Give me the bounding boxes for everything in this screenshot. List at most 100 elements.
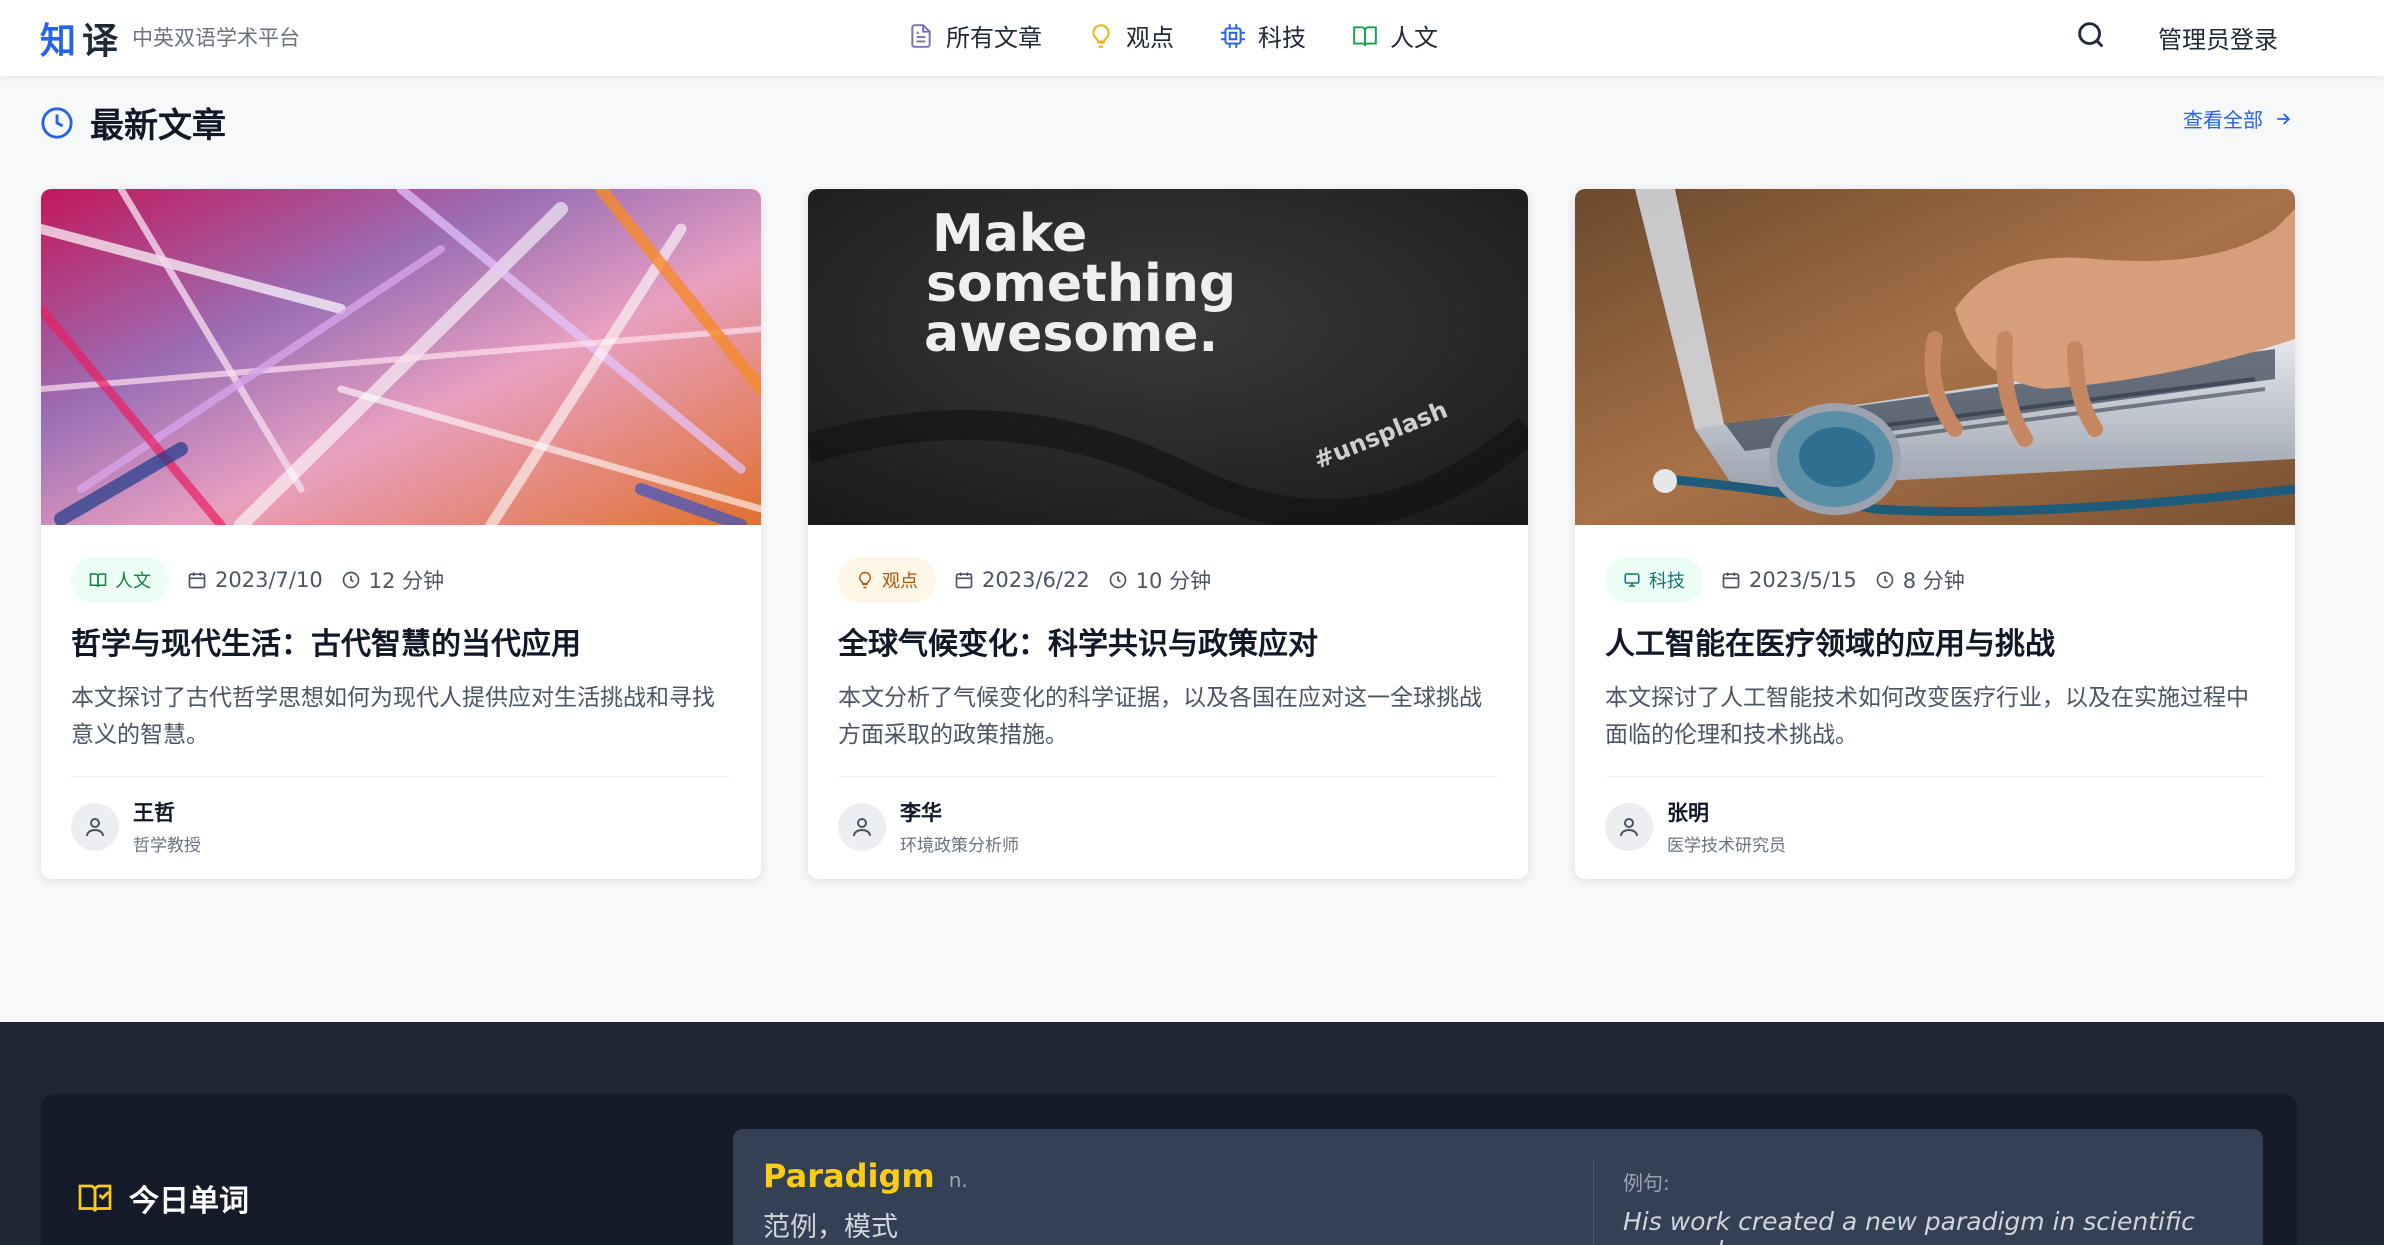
word-of-day-panel: 今日单词 Paradigm n. 范例，模式 例句: His work crea… xyxy=(41,1094,2297,1245)
article-summary: 本文分析了气候变化的科学证据，以及各国在应对这一全球挑战方面采取的政策措施。 xyxy=(838,685,1482,748)
date-text: 2023/7/10 xyxy=(215,568,323,592)
avatar xyxy=(1605,802,1653,851)
article-title[interactable]: 人工智能在医疗领域的应用与挑战 xyxy=(1605,625,2265,664)
nav-label: 科技 xyxy=(1258,24,1306,52)
make-something-awesome-shirt-image[interactable]: Make something awesome. #unsplash xyxy=(808,189,1528,525)
clock-icon xyxy=(1876,571,1894,589)
search-icon xyxy=(2078,22,2104,48)
word-term-row: Paradigm n. xyxy=(763,1157,968,1195)
lightbulb-icon xyxy=(1092,23,1110,48)
category-tag[interactable]: 科技 xyxy=(1605,557,1703,603)
view-all-label: 查看全部 xyxy=(2183,108,2263,132)
word-term: Paradigm xyxy=(763,1157,935,1195)
author-role: 环境政策分析师 xyxy=(900,836,1019,856)
book-check-icon xyxy=(78,1184,112,1212)
read-time: 8 分钟 xyxy=(1875,565,1965,595)
word-card: Paradigm n. 范例，模式 例句: His work created a… xyxy=(733,1129,2263,1245)
search-button[interactable] xyxy=(2074,18,2108,52)
cpu-icon xyxy=(1221,23,1245,48)
card-body: 科技 2023/5/15 8 分钟 人工智能在医疗领域的应用与挑战 本文探讨了人… xyxy=(1605,557,2265,856)
view-all-link[interactable]: 查看全部 xyxy=(2183,104,2293,133)
calendar-icon xyxy=(955,572,973,589)
read-time: 10 分钟 xyxy=(1108,565,1211,595)
card-body: 人文 2023/7/10 12 分钟 哲学与现代生活：古代智慧的当代应用 本文探… xyxy=(71,557,731,856)
article-title[interactable]: 哲学与现代生活：古代智慧的当代应用 xyxy=(71,625,731,664)
publish-date: 2023/6/22 xyxy=(954,568,1090,592)
laptop-stethoscope-image[interactable] xyxy=(1575,189,2295,525)
avatar xyxy=(71,802,119,851)
article-card-list: 人文 2023/7/10 12 分钟 哲学与现代生活：古代智慧的当代应用 本文探… xyxy=(41,189,2295,879)
article-card[interactable]: 科技 2023/5/15 8 分钟 人工智能在医疗领域的应用与挑战 本文探讨了人… xyxy=(1575,189,2295,879)
site-logo[interactable]: 知译 xyxy=(40,12,124,64)
read-time-text: 10 分钟 xyxy=(1135,569,1212,593)
avatar xyxy=(838,802,886,851)
word-divider xyxy=(1593,1159,1594,1245)
author-role: 哲学教授 xyxy=(133,836,201,856)
publish-date: 2023/7/10 xyxy=(187,568,323,592)
author-name: 张明 xyxy=(1667,801,1709,825)
article-summary: 本文探讨了古代哲学思想如何为现代人提供应对生活挑战和寻找意义的智慧。 xyxy=(71,685,715,748)
date-text: 2023/6/22 xyxy=(982,568,1090,592)
author-info: 张明 医学技术研究员 xyxy=(1605,797,2265,856)
card-meta: 观点 2023/6/22 10 分钟 xyxy=(838,557,1498,603)
author-name: 王哲 xyxy=(133,801,175,825)
main-nav: 所有文章 观点 科技 人文 xyxy=(908,18,1438,53)
book-icon xyxy=(89,573,107,587)
read-time-text: 12 分钟 xyxy=(368,569,445,593)
nav-all-articles[interactable]: 所有文章 xyxy=(908,18,1042,53)
card-divider xyxy=(71,776,731,777)
publish-date: 2023/5/15 xyxy=(1721,568,1857,592)
section-title-text: 最新文章 xyxy=(90,106,226,146)
nav-label: 人文 xyxy=(1390,24,1438,52)
date-text: 2023/5/15 xyxy=(1749,568,1857,592)
calendar-icon xyxy=(1722,572,1740,589)
read-time: 12 分钟 xyxy=(341,565,444,595)
document-icon xyxy=(911,23,931,48)
word-meaning: 范例，模式 xyxy=(763,1212,898,1243)
abstract-paint-image[interactable] xyxy=(41,189,761,525)
category-tag[interactable]: 观点 xyxy=(838,557,936,603)
clock-icon xyxy=(342,571,360,589)
author-info: 王哲 哲学教授 xyxy=(71,797,731,856)
site-subtitle: 中英双语学术平台 xyxy=(132,26,300,50)
user-icon xyxy=(853,817,871,836)
latest-articles-heading: 最新文章 xyxy=(40,98,226,147)
calendar-icon xyxy=(188,572,206,589)
book-icon xyxy=(1353,25,1377,46)
nav-opinion[interactable]: 观点 xyxy=(1088,18,1174,53)
article-card[interactable]: 人文 2023/7/10 12 分钟 哲学与现代生活：古代智慧的当代应用 本文探… xyxy=(41,189,761,879)
card-meta: 人文 2023/7/10 12 分钟 xyxy=(71,557,731,603)
card-body: 观点 2023/6/22 10 分钟 全球气候变化：科学共识与政策应对 本文分析… xyxy=(838,557,1498,856)
lightbulb-icon xyxy=(859,571,871,589)
author-role: 医学技术研究员 xyxy=(1667,836,1786,856)
user-icon xyxy=(86,817,104,836)
top-navbar: 知译 中英双语学术平台 所有文章 观点 科技 人文 管理员登录 xyxy=(0,0,2384,76)
admin-login-link[interactable]: 管理员登录 xyxy=(2158,20,2278,55)
category-label: 观点 xyxy=(882,571,918,592)
article-card[interactable]: Make something awesome. #unsplash 观点 202… xyxy=(808,189,1528,879)
example-label: 例句: xyxy=(1623,1171,1670,1195)
nav-humanities[interactable]: 人文 xyxy=(1352,18,1438,53)
word-part-of-speech: n. xyxy=(948,1168,968,1192)
user-icon xyxy=(1620,817,1638,836)
example-sentence: His work created a new paradigm in scien… xyxy=(1623,1207,2195,1245)
nav-tech[interactable]: 科技 xyxy=(1220,18,1306,53)
author-name: 李华 xyxy=(900,801,942,825)
clock-icon xyxy=(41,106,73,139)
nav-label: 观点 xyxy=(1126,24,1174,52)
monitor-icon xyxy=(1624,573,1640,587)
clock-icon xyxy=(1109,571,1127,589)
read-time-text: 8 分钟 xyxy=(1902,569,1965,593)
author-info: 李华 环境政策分析师 xyxy=(838,797,1498,856)
category-label: 科技 xyxy=(1649,571,1685,592)
card-meta: 科技 2023/5/15 8 分钟 xyxy=(1605,557,2265,603)
card-divider xyxy=(838,776,1498,777)
category-tag[interactable]: 人文 xyxy=(71,557,169,603)
article-summary: 本文探讨了人工智能技术如何改变医疗行业，以及在实施过程中面临的伦理和技术挑战。 xyxy=(1605,685,2249,748)
nav-label: 所有文章 xyxy=(946,24,1042,52)
arrow-right-icon xyxy=(2277,112,2291,125)
word-of-day-label: 今日单词 xyxy=(129,1184,249,1219)
category-label: 人文 xyxy=(115,571,151,592)
article-title[interactable]: 全球气候变化：科学共识与政策应对 xyxy=(838,625,1498,664)
card-divider xyxy=(1605,776,2265,777)
